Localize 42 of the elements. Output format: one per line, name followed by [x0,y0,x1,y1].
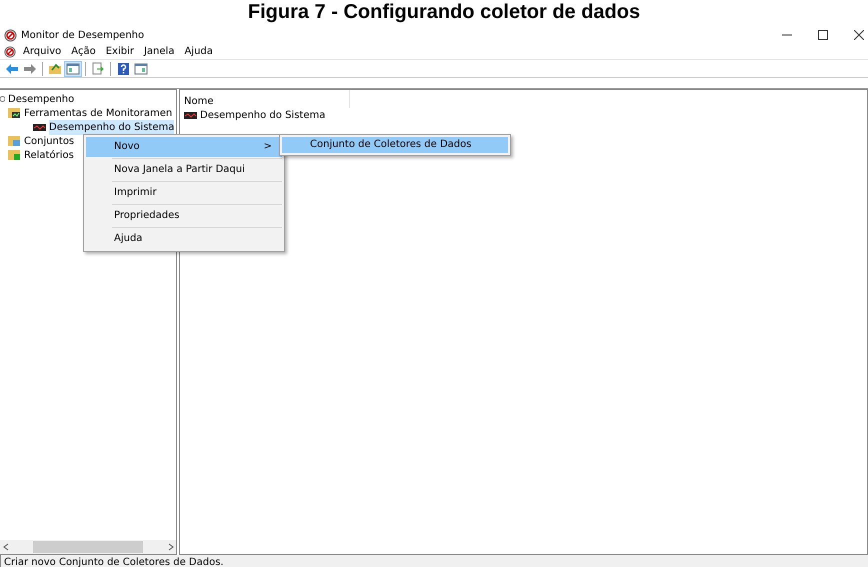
column-header[interactable]: Nome [180,90,350,108]
menu-item[interactable]: Ação [66,44,101,59]
folder-icon[interactable] [48,62,62,76]
figure-caption: Figura 7 - Configurando coletor de dados [246,0,642,25]
menu-item[interactable]: Ajuda [179,44,218,59]
scroll-left-icon[interactable] [2,543,8,551]
window-title: Monitor de Desempenho [21,28,144,42]
folder-icon [8,149,21,161]
menu-item[interactable]: Novo > [86,137,282,157]
forward-arrow-icon[interactable] [23,62,37,76]
pane-icon[interactable] [134,62,148,76]
tree-item[interactable]: Relatórios [24,148,74,162]
back-arrow-icon[interactable] [5,62,19,76]
menu-item[interactable]: Conjunto de Coletores de Dados [282,137,508,153]
monitor-icon [33,121,46,133]
menu-item[interactable]: Ajuda [86,229,282,249]
help-icon[interactable] [116,62,130,76]
monitor-icon [184,109,197,121]
app-icon [4,46,16,58]
scroll-right-icon[interactable] [168,543,174,551]
tree-item[interactable]: Desempenho do Sistema [49,120,174,134]
menu-item[interactable]: Propriedades [86,206,282,226]
list-item[interactable]: Desempenho do Sistema [200,108,326,122]
window-icon[interactable] [66,62,80,76]
close-icon[interactable] [854,30,864,40]
node-icon [0,96,5,102]
status-bar: Criar novo Conjunto de Coletores de Dados. [0,555,868,567]
menu-item[interactable]: Arquivo [18,44,66,59]
submenu-arrow: > [264,140,272,154]
maximize-icon[interactable] [818,30,828,40]
tree-item[interactable]: Conjuntos [24,134,74,148]
horizontal-scrollbar[interactable] [0,540,176,554]
menu-item[interactable]: Nova Janela a Partir Daqui [86,160,282,180]
tree-item[interactable]: Ferramentas de Monitoramen [24,106,172,120]
tree-item[interactable]: Desempenho [8,92,74,106]
folder-icon [8,135,21,147]
menu-item[interactable]: Imprimir [86,183,282,203]
export-icon[interactable] [91,62,105,76]
menu-item[interactable]: Exibir [100,44,139,59]
menu-item[interactable]: Janela [138,44,180,59]
app-icon [4,28,17,42]
folder-icon [8,107,21,119]
